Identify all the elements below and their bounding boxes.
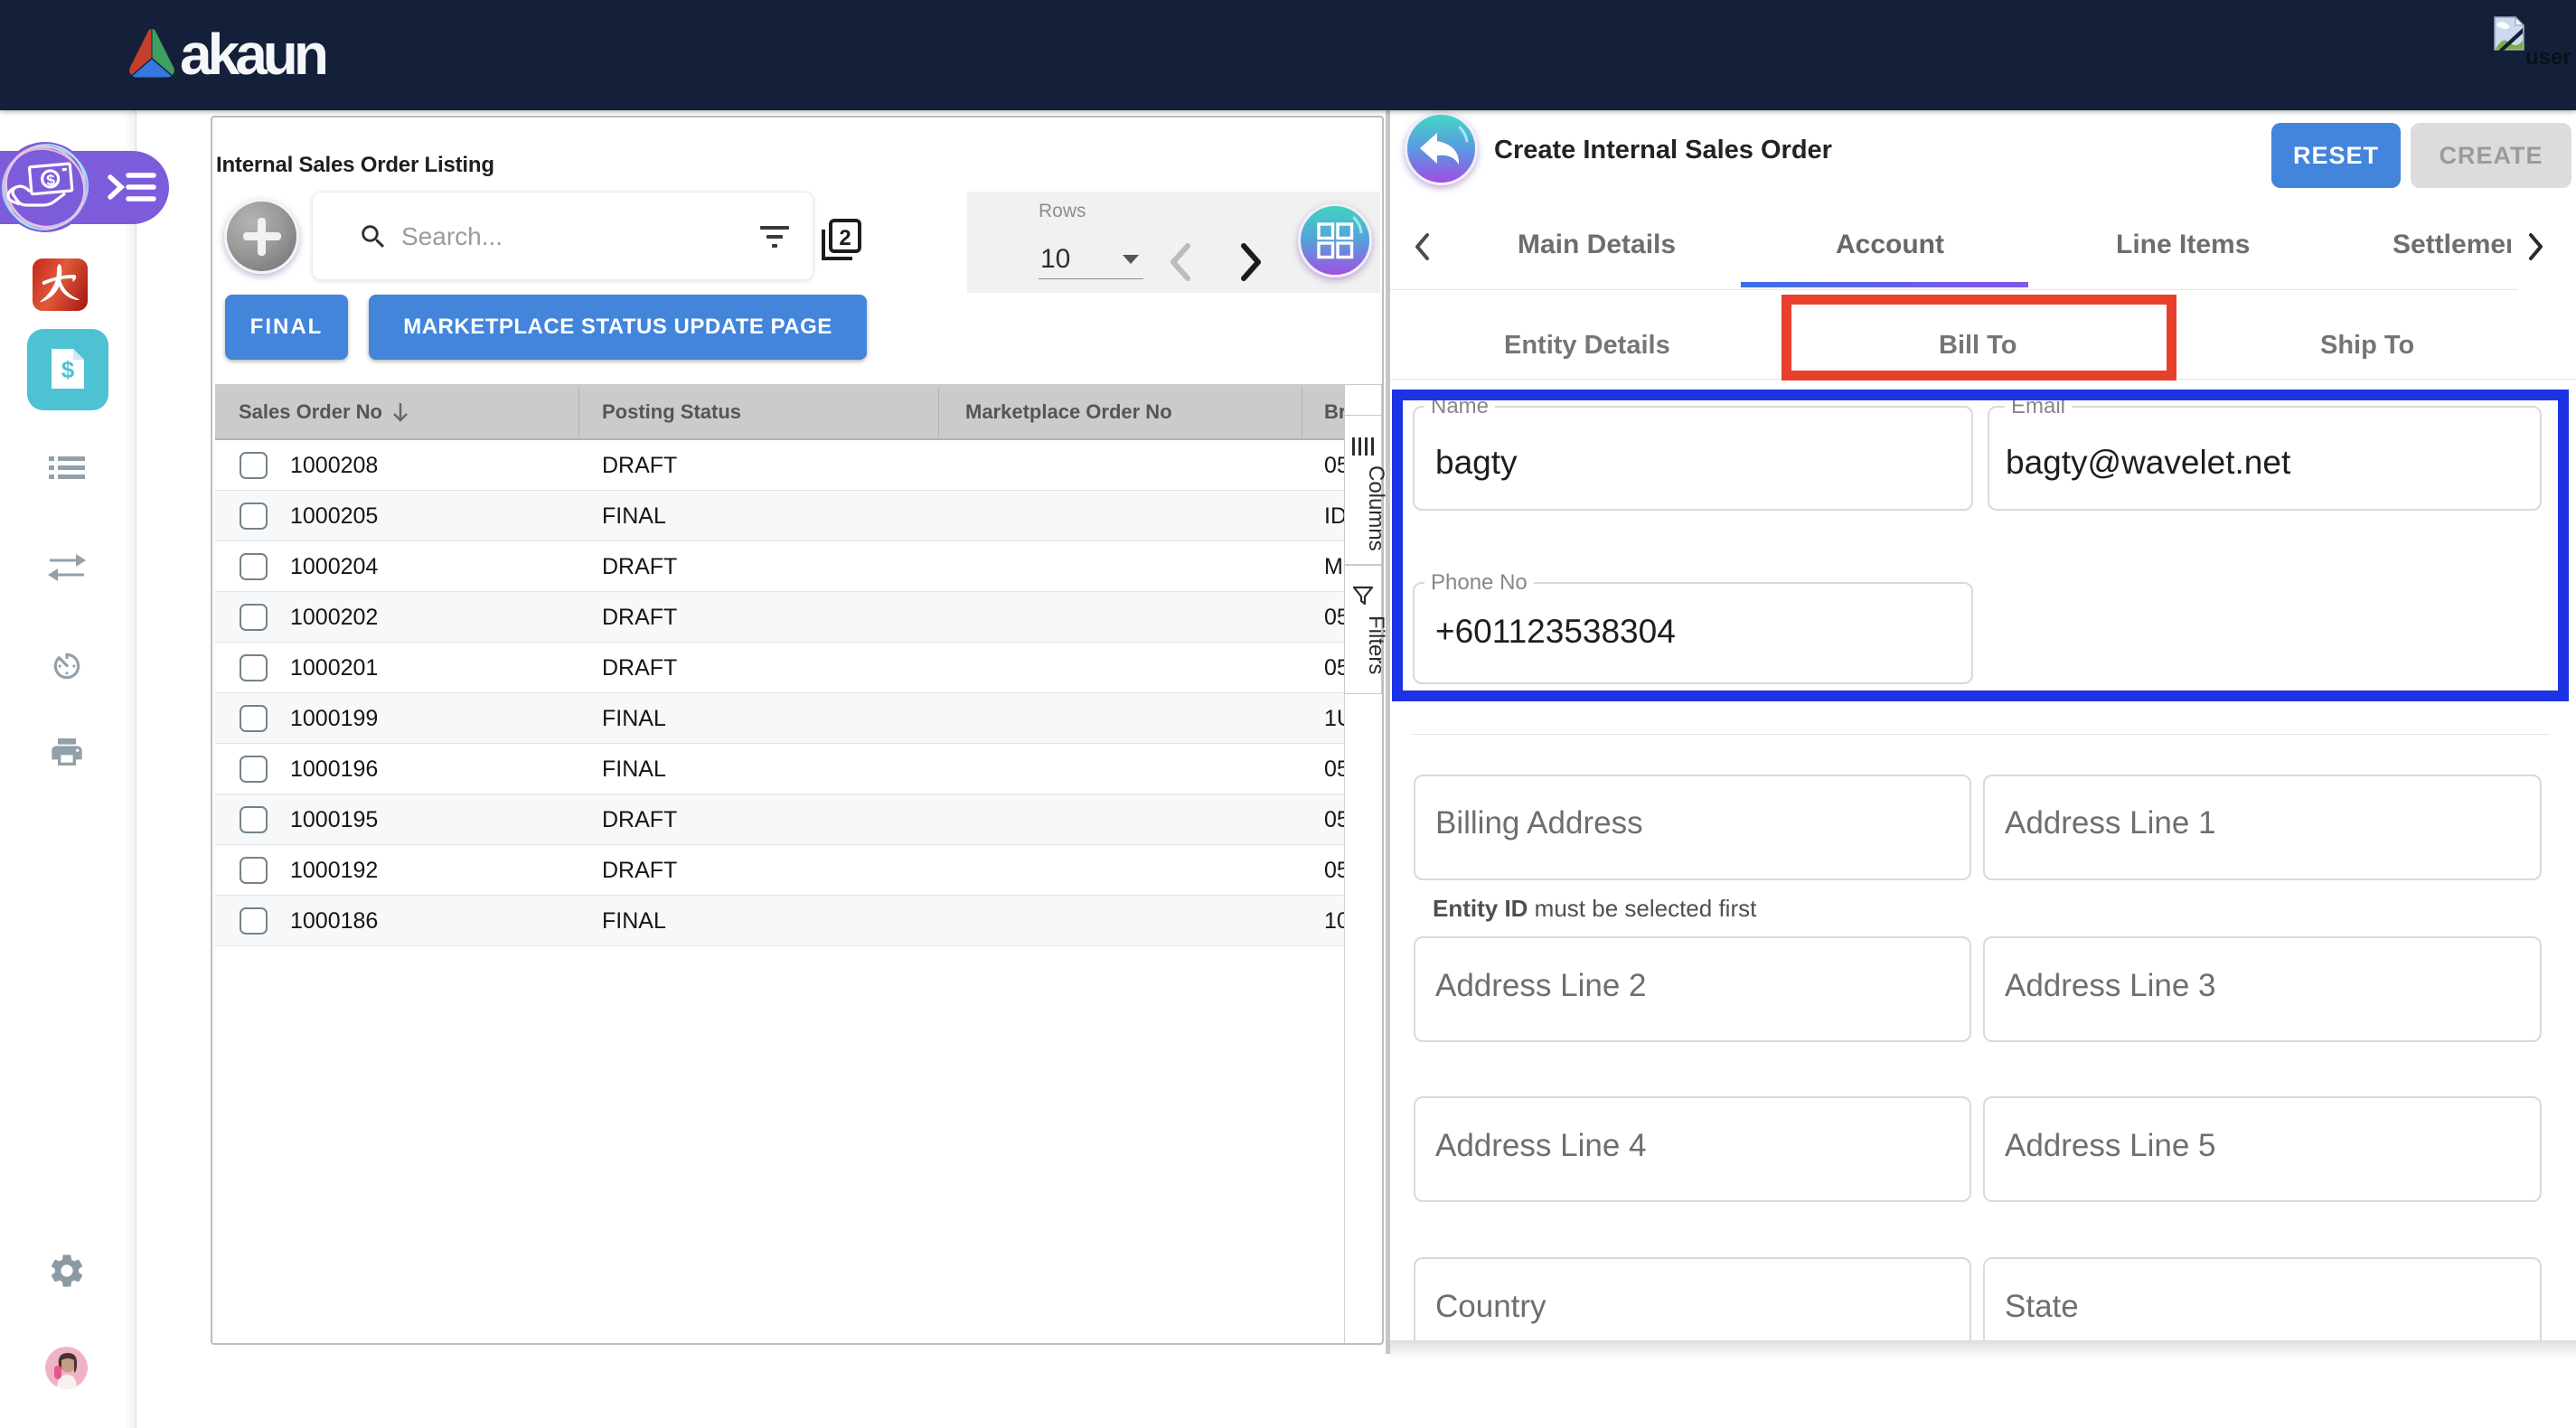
svg-text:2: 2: [839, 226, 851, 250]
svg-text:$: $: [46, 172, 57, 190]
svg-text:$: $: [61, 356, 75, 383]
